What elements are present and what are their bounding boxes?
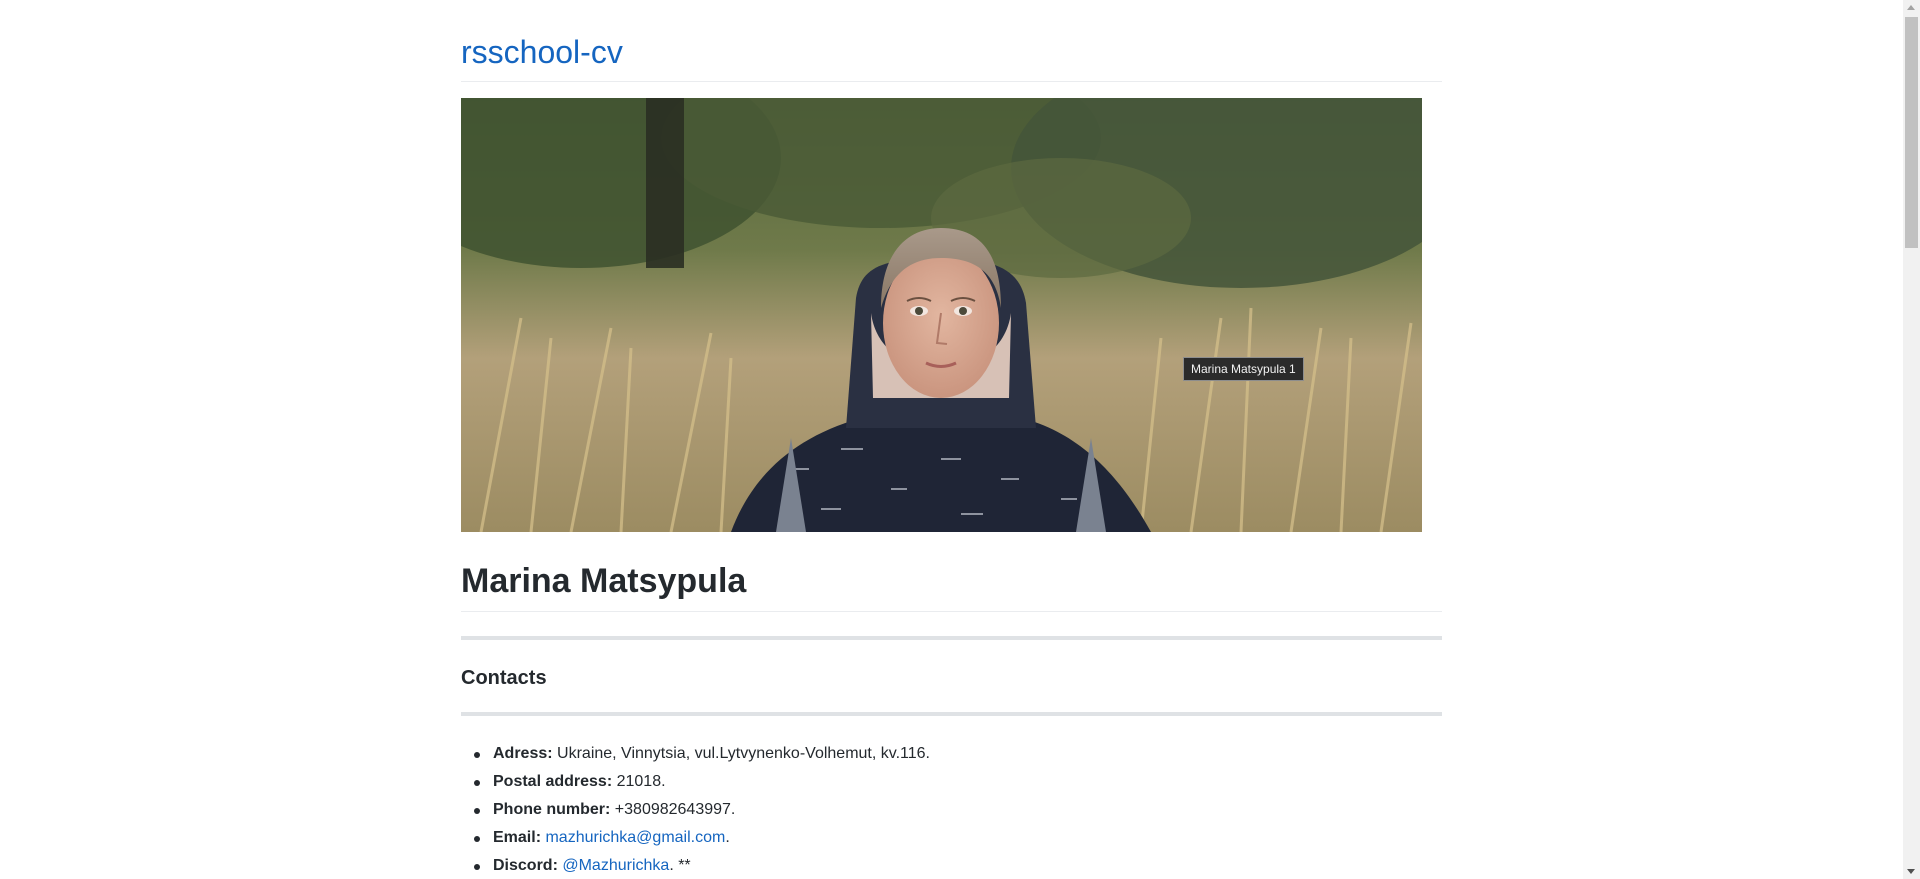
- contact-discord: Discord: @Mazhurichka. **: [461, 852, 930, 879]
- contact-label: Postal address:: [493, 773, 613, 790]
- header-divider: [461, 81, 1442, 82]
- scroll-down-arrow-icon[interactable]: [1907, 869, 1915, 874]
- scroll-up-arrow-icon[interactable]: [1907, 5, 1915, 10]
- photo-tooltip: Marina Matsypula 1: [1183, 357, 1304, 381]
- contact-suffix: . **: [669, 857, 691, 874]
- contact-email: Email: mazhurichka@gmail.com.: [461, 824, 930, 852]
- section-divider-top: [461, 636, 1442, 640]
- contact-label: Email:: [493, 829, 542, 846]
- vertical-scrollbar[interactable]: [1903, 0, 1920, 879]
- contact-suffix: .: [725, 829, 730, 846]
- section-divider-bottom: [461, 712, 1442, 716]
- contact-label: Adress:: [493, 745, 553, 762]
- scrollbar-thumb[interactable]: [1905, 17, 1918, 248]
- contact-postal: Postal address: 21018.: [461, 768, 930, 796]
- contact-value: Ukraine, Vinnytsia, vul.Lytvynenko-Volhe…: [557, 745, 930, 762]
- email-link[interactable]: mazhurichka@gmail.com: [545, 829, 725, 846]
- contact-value: +380982643997.: [614, 801, 736, 818]
- profile-name-heading: Marina Matsypula: [461, 562, 747, 600]
- contact-address: Adress: Ukraine, Vinnytsia, vul.Lytvynen…: [461, 740, 930, 768]
- contact-phone: Phone number: +380982643997.: [461, 796, 930, 824]
- name-divider: [461, 611, 1442, 612]
- site-title-link[interactable]: rsschool-cv: [461, 30, 623, 74]
- profile-photo: Marina Matsypula 1: [461, 98, 1422, 532]
- discord-link[interactable]: @Mazhurichka: [562, 857, 669, 874]
- page: rsschool-cv Marina Matsypula 1 Marina Ma…: [0, 0, 1920, 879]
- contact-label: Phone number:: [493, 801, 611, 818]
- contacts-list: Adress: Ukraine, Vinnytsia, vul.Lytvynen…: [461, 740, 930, 879]
- contacts-heading: Contacts: [461, 667, 547, 689]
- contact-label: Discord:: [493, 857, 558, 874]
- contact-value: 21018.: [616, 773, 666, 790]
